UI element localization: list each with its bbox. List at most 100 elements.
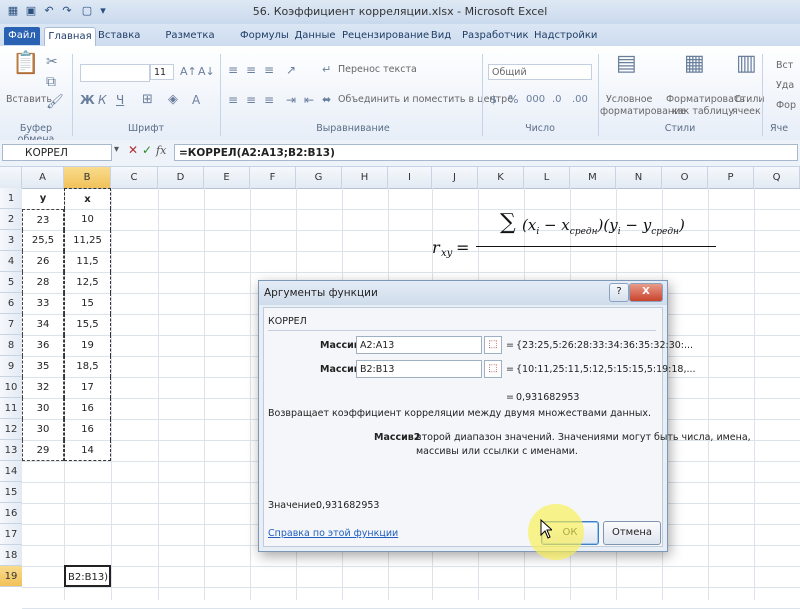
cell-a7[interactable]: 34 [22,314,64,335]
increase-decimal-icon[interactable]: .0 [552,92,562,108]
cell-b3[interactable]: 11,25 [64,230,111,251]
tab-home[interactable]: Главная [44,27,96,46]
cell-b2[interactable]: 10 [64,209,111,230]
fill-color-icon[interactable]: ◈ [168,92,178,108]
column-header-k[interactable]: K [478,167,524,188]
help-button[interactable]: ? [609,283,629,302]
format-table-label-2[interactable]: как таблицу [672,106,734,117]
cell-a1[interactable]: y [22,188,64,209]
cell-a6[interactable]: 33 [22,293,64,314]
cell-b9[interactable]: 18,5 [64,356,111,377]
cell-b7[interactable]: 15,5 [64,314,111,335]
underline-icon[interactable]: Ч [116,92,124,108]
row-header-14[interactable]: 14 [0,461,22,482]
row-header-9[interactable]: 9 [0,356,22,377]
align-bottom-icon[interactable]: ≡ [264,62,274,78]
cancel-icon[interactable]: ✕ [128,143,138,157]
merge-center-button[interactable]: Объединить и поместить в центре [338,94,513,105]
row-header-18[interactable]: 18 [0,545,22,566]
delete-cells-button[interactable]: Уда [776,80,794,91]
tab-page-layout[interactable]: Разметка страницы [146,27,234,59]
help-link[interactable]: Справка по этой функции [268,528,398,539]
row-header-15[interactable]: 15 [0,482,22,503]
indent-icon[interactable]: ⇥ [286,92,296,108]
tab-addins[interactable]: Надстройки [534,27,597,45]
row-header-17[interactable]: 17 [0,524,22,545]
arg2-input[interactable]: B2:B13 [356,360,482,378]
font-color-icon[interactable]: A [192,92,200,108]
row-header-3[interactable]: 3 [0,230,22,251]
column-header-i[interactable]: I [388,167,432,188]
align-center-icon[interactable]: ≡ [246,92,256,108]
align-top-icon[interactable]: ≡ [228,62,238,78]
align-left-icon[interactable]: ≡ [228,92,238,108]
cell-b8[interactable]: 19 [64,335,111,356]
row-header-12[interactable]: 12 [0,419,22,440]
cell-styles-label-2[interactable]: ячеек [732,106,761,117]
cancel-button[interactable]: Отмена [603,521,661,545]
column-header-h[interactable]: H [342,167,388,188]
merge-icon[interactable]: ⬌ [322,92,331,108]
row-header-19[interactable]: 19 [0,566,22,587]
insert-cells-button[interactable]: Вст [776,60,793,71]
currency-icon[interactable]: $ [490,92,497,108]
column-header-g[interactable]: G [296,167,342,188]
cell-b19-active[interactable]: B2:B13) [64,565,111,587]
outdent-icon[interactable]: ⇤ [304,92,314,108]
row-header-16[interactable]: 16 [0,503,22,524]
column-header-b[interactable]: B [64,167,111,188]
row-header-6[interactable]: 6 [0,293,22,314]
conditional-format-label-1[interactable]: Условное [606,94,652,105]
font-name-select[interactable] [80,64,150,82]
column-header-m[interactable]: M [570,167,616,188]
cell-a3[interactable]: 25,5 [22,230,64,251]
column-header-e[interactable]: E [204,167,250,188]
arg1-collapse-icon[interactable]: ⬚ [484,336,502,354]
column-header-p[interactable]: P [708,167,754,188]
column-header-j[interactable]: J [432,167,478,188]
grow-font-icon[interactable]: A↑ [180,64,197,80]
cell-b1[interactable]: x [64,188,111,209]
cut-icon[interactable]: ✂ [46,54,58,70]
cell-a10[interactable]: 32 [22,377,64,398]
cell-a12[interactable]: 30 [22,419,64,440]
row-header-11[interactable]: 11 [0,398,22,419]
cell-a8[interactable]: 36 [22,335,64,356]
cell-b13[interactable]: 14 [64,440,111,461]
tab-data[interactable]: Данные [294,27,336,45]
format-cells-button[interactable]: Фор [776,100,796,111]
cell-b5[interactable]: 12,5 [64,272,111,293]
copy-icon[interactable]: ⧉ [46,74,56,90]
row-header-5[interactable]: 5 [0,272,22,293]
cell-b12[interactable]: 16 [64,419,111,440]
close-button[interactable]: X [629,283,663,302]
tab-review[interactable]: Рецензирование [342,27,429,45]
format-painter-icon[interactable]: 🖌 [46,94,64,110]
font-size-select[interactable]: 11 [150,64,174,80]
cell-a11[interactable]: 30 [22,398,64,419]
tab-insert[interactable]: Вставка [98,27,140,45]
cell-b10[interactable]: 17 [64,377,111,398]
cell-a4[interactable]: 26 [22,251,64,272]
paste-icon[interactable]: 📋 [12,53,39,75]
row-header-10[interactable]: 10 [0,377,22,398]
bold-icon[interactable]: Ж [80,92,95,108]
column-header-f[interactable]: F [250,167,296,188]
cell-a9[interactable]: 35 [22,356,64,377]
arg2-collapse-icon[interactable]: ⬚ [484,360,502,378]
row-header-1[interactable]: 1 [0,188,22,209]
row-header-13[interactable]: 13 [0,440,22,461]
conditional-format-icon[interactable]: ▤ [616,53,637,75]
formula-input[interactable]: =КОРРЕЛ(A2:A13;B2:B13) [174,144,798,161]
enter-icon[interactable]: ✓ [142,143,152,157]
column-header-a[interactable]: A [22,167,64,188]
comma-icon[interactable]: 000 [526,92,545,108]
row-header-2[interactable]: 2 [0,209,22,230]
align-middle-icon[interactable]: ≡ [246,62,256,78]
column-header-o[interactable]: O [662,167,708,188]
select-all-corner[interactable] [0,167,22,188]
column-header-c[interactable]: C [111,167,158,188]
decrease-decimal-icon[interactable]: .00 [572,92,588,108]
orientation-icon[interactable]: ↗ [286,62,296,78]
cell-a13[interactable]: 29 [22,440,64,461]
